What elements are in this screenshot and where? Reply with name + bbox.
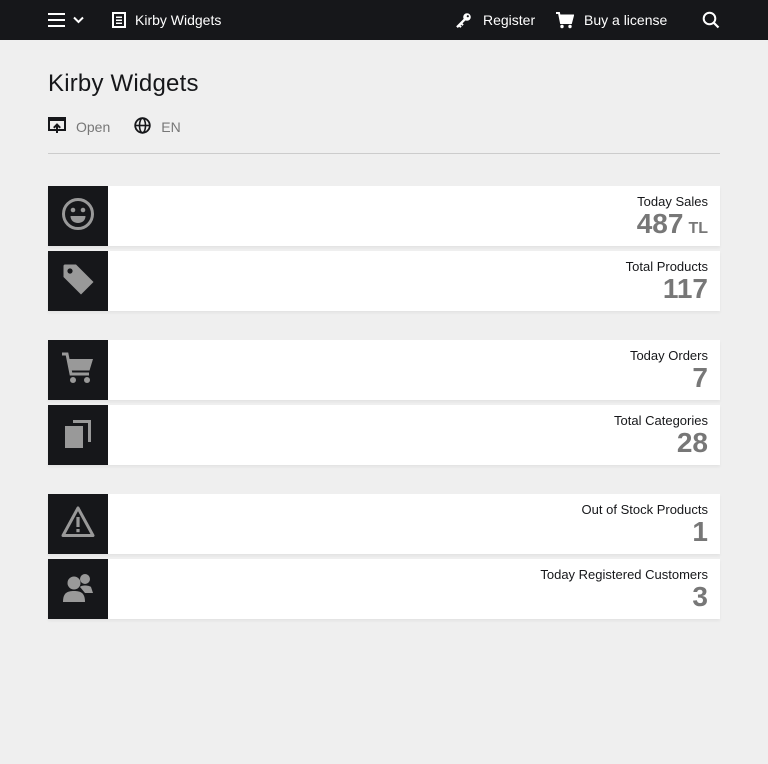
buy-license-button[interactable]: Buy a license — [556, 0, 667, 40]
widget-value: 117 — [662, 273, 708, 304]
globe-icon — [134, 117, 151, 137]
key-icon — [455, 12, 472, 29]
widget-label: Total Products — [625, 259, 708, 274]
search-icon — [702, 11, 720, 29]
widget-label: Out of Stock Products — [581, 502, 708, 517]
widget-value: 28 — [676, 427, 708, 458]
widget-value: 1 — [692, 516, 708, 547]
widget-total-categories: Total Categories 28 — [48, 405, 720, 465]
page-meta: Open EN — [48, 116, 181, 138]
widget-today-orders: Today Orders 7 — [48, 340, 720, 400]
widget-today-sales: Today Sales 487 TL — [48, 186, 720, 246]
divider — [48, 153, 720, 154]
smile-icon — [61, 197, 95, 236]
search-button[interactable] — [702, 0, 720, 40]
copy-icon — [61, 416, 95, 455]
widget-label: Today Registered Customers — [540, 567, 708, 582]
cart-icon — [61, 351, 95, 390]
widget-value: 7 — [692, 362, 708, 393]
widget-total-products: Total Products 117 — [48, 251, 720, 311]
cart-icon — [556, 11, 574, 29]
site-name: Kirby Widgets — [135, 12, 222, 28]
open-label: Open — [76, 119, 111, 135]
page-title: Kirby Widgets — [48, 70, 199, 97]
tag-icon — [61, 262, 95, 301]
site-link[interactable]: Kirby Widgets — [112, 0, 221, 40]
users-icon — [61, 570, 95, 609]
widget-value: 487 TL — [637, 208, 708, 245]
page-icon — [112, 12, 126, 28]
language-button[interactable]: EN — [134, 117, 181, 137]
language-label: EN — [161, 119, 181, 135]
widget-label: Today Sales — [637, 194, 708, 209]
widget-value-number: 487 — [636, 208, 684, 239]
widget-value: 3 — [692, 581, 708, 612]
menu-toggle-button[interactable] — [48, 0, 84, 40]
warning-icon — [61, 505, 95, 544]
topbar: Kirby Widgets Register Buy a license — [0, 0, 768, 40]
chevron-down-icon — [73, 16, 84, 24]
widget-label: Today Orders — [629, 348, 708, 363]
register-button[interactable]: Register — [455, 0, 535, 40]
license-label: Buy a license — [584, 12, 668, 28]
widget-out-of-stock: Out of Stock Products 1 — [48, 494, 720, 554]
open-icon — [48, 117, 66, 137]
widget-value-unit: TL — [688, 220, 708, 237]
widget-registered-customers: Today Registered Customers 3 — [48, 559, 720, 619]
register-label: Register — [483, 12, 536, 28]
open-button[interactable]: Open — [48, 117, 110, 137]
widget-label: Total Categories — [614, 413, 708, 428]
hamburger-icon — [48, 13, 65, 27]
